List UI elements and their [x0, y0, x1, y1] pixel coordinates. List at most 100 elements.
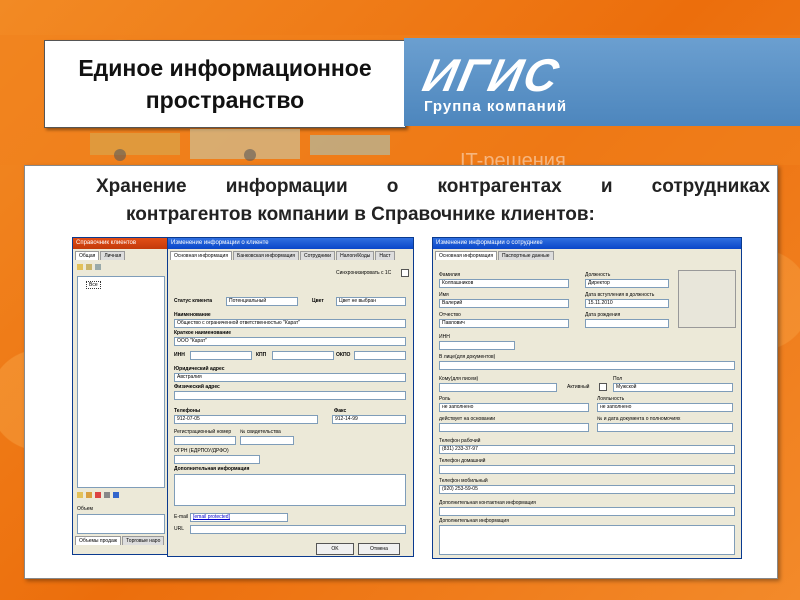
volume-label: Объем: [77, 506, 93, 512]
tab-trade-markups[interactable]: Торговые наро: [122, 536, 165, 545]
power-doc-label: № и дата документа о полномочиях: [597, 416, 681, 422]
client-edit-titlebar: Изменение информации о клиенте: [168, 238, 413, 249]
firstname-field[interactable]: Валерий: [439, 299, 569, 308]
cancel-button[interactable]: Отмена: [358, 543, 400, 555]
volume-field[interactable]: [77, 514, 165, 534]
delete-icon[interactable]: [95, 264, 101, 270]
fax-field[interactable]: 912-14-99: [332, 415, 406, 424]
slide-title-line1: Единое информационное: [78, 55, 372, 81]
extra-info-label: Дополнительная информация: [174, 466, 250, 472]
surname-field[interactable]: Колпашников: [439, 279, 569, 288]
role-label: Роль: [439, 396, 451, 402]
logo-mark: ИГИС: [418, 49, 566, 101]
position-field[interactable]: Директор: [585, 279, 669, 288]
surname-label: Фамилия: [439, 272, 461, 278]
gender-select[interactable]: Мужской: [613, 383, 733, 392]
tab-sales-volumes[interactable]: Объемы продаж: [75, 536, 122, 545]
position-label: Должность: [585, 272, 611, 278]
power-doc-field[interactable]: [597, 423, 733, 432]
kpp-label: КПП: [256, 352, 267, 358]
reg-number-label: Регистрационный номер: [174, 429, 232, 435]
description-text: Хранение информации о контрагентах и сот…: [70, 173, 770, 229]
fax-label: Факс: [334, 408, 347, 414]
color-select[interactable]: Цвет не выбран: [336, 297, 406, 306]
hire-date-label: Дата вступления в должность: [585, 292, 655, 298]
client-edit-title: Изменение информации о клиенте: [171, 240, 269, 246]
clients-directory-title: Справочник клиентов: [76, 240, 137, 246]
mobile-field[interactable]: (920) 253-59-05: [439, 485, 735, 494]
folder-icon[interactable]: [77, 264, 83, 270]
employee-edit-tabs: Основная информация Паспортные данные: [433, 249, 741, 260]
client-edit-tabs: Основная информация Банковская информаци…: [168, 249, 413, 260]
patronymic-field[interactable]: Павлович: [439, 319, 569, 328]
clients-tree[interactable]: Все: [77, 276, 165, 488]
inn-label: ИНН: [174, 352, 185, 358]
inn-field[interactable]: [439, 341, 515, 350]
in-person-field[interactable]: [439, 361, 735, 370]
tab-taxes-codes[interactable]: Налоги\Коды: [336, 251, 375, 260]
loyalty-label: Лояльность: [597, 396, 625, 402]
loyalty-field[interactable]: не заполнено: [597, 403, 733, 412]
reg-number-field[interactable]: [174, 436, 236, 445]
work-phone-label: Телефон рабочий: [439, 438, 481, 444]
okpo-field[interactable]: [354, 351, 406, 360]
tree-item-all[interactable]: Все: [86, 281, 101, 289]
inn-label: ИНН: [439, 334, 450, 340]
patronymic-label: Отчество: [439, 312, 461, 318]
sync-label: Синхронизировать с 1С: [336, 270, 392, 276]
kpp-field[interactable]: [272, 351, 334, 360]
export-icon[interactable]: [113, 492, 119, 498]
sync-checkbox[interactable]: [401, 269, 409, 277]
status-select[interactable]: Потенциальный: [226, 297, 298, 306]
short-name-label: Краткое наименование: [174, 330, 232, 336]
home-phone-field[interactable]: [439, 465, 735, 474]
tab-personal[interactable]: Личная: [100, 251, 126, 260]
legal-address-field[interactable]: Австралия: [174, 373, 406, 382]
clients-directory-titlebar: Справочник клиентов: [73, 238, 168, 249]
folder-open-icon[interactable]: [86, 264, 92, 270]
employee-edit-window: Изменение информации о сотруднике Основн…: [432, 237, 742, 559]
clients-bottom-toolbar: [77, 492, 119, 498]
physical-address-label: Физический адрес: [174, 384, 220, 390]
cert-number-field[interactable]: [240, 436, 294, 445]
logo-subtitle: Группа компаний: [424, 98, 568, 115]
tab-general[interactable]: Общая: [75, 251, 100, 260]
physical-address-field[interactable]: [174, 391, 406, 400]
work-phone-field[interactable]: (831) 233-37-97: [439, 445, 735, 454]
tab-settings[interactable]: Наст: [375, 251, 395, 260]
tab-main-info[interactable]: Основная информация: [170, 251, 233, 260]
folder-icon[interactable]: [77, 492, 83, 498]
to-whom-field[interactable]: [439, 383, 557, 392]
extra-info-field[interactable]: [174, 474, 406, 506]
phones-field[interactable]: 912-07-05: [174, 415, 318, 424]
clients-directory-window: Справочник клиентов Общая Личная Все Объ…: [72, 237, 169, 555]
extra-info-field[interactable]: [439, 525, 735, 555]
phones-label: Телефоны: [174, 408, 201, 414]
name-field[interactable]: Общество с ограниченной ответственностью…: [174, 319, 406, 328]
contact-info-field[interactable]: [439, 507, 735, 516]
tab-bank-info[interactable]: Банковская информация: [233, 251, 299, 260]
edit-icon[interactable]: [86, 492, 92, 498]
short-name-field[interactable]: ООО "Карат": [174, 337, 406, 346]
active-checkbox[interactable]: [599, 383, 607, 391]
url-field[interactable]: [190, 525, 406, 534]
active-label: Активный: [567, 384, 590, 390]
client-edit-window: Изменение информации о клиенте Основная …: [167, 237, 414, 557]
description-line1: Хранение информации о контрагентах и сот…: [96, 176, 770, 197]
hire-date-field[interactable]: 15.11.2010: [585, 299, 669, 308]
employee-edit-title: Изменение информации о сотруднике: [436, 240, 543, 246]
tab-main-info[interactable]: Основная информация: [435, 251, 498, 260]
ogrn-field[interactable]: [174, 455, 260, 464]
tab-employees[interactable]: Сотрудники: [299, 251, 336, 260]
birth-date-field[interactable]: [585, 319, 669, 328]
ok-button[interactable]: OK: [316, 543, 354, 555]
role-field[interactable]: не заполнено: [439, 403, 589, 412]
acts-on-select[interactable]: [439, 423, 589, 432]
employee-photo[interactable]: [678, 270, 736, 328]
delete-icon[interactable]: [95, 492, 101, 498]
inn-field[interactable]: [190, 351, 252, 360]
clients-toolbar: [77, 264, 101, 270]
email-field[interactable]: [email protected]: [190, 513, 288, 522]
print-icon[interactable]: [104, 492, 110, 498]
tab-passport-data[interactable]: Паспортные данные: [498, 251, 554, 260]
